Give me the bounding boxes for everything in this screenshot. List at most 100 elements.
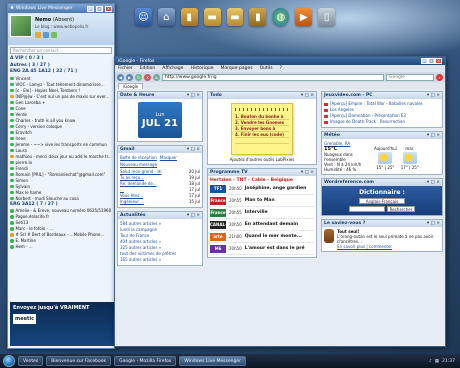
forecast-day-2: mar.	[405, 146, 415, 151]
monkey-icon	[324, 229, 335, 243]
contact-name: Romain [PRIL] - "Romainlechat"@gmail.com…	[15, 171, 106, 177]
taskbar-button[interactable]: Windows Live Messenger	[179, 356, 246, 366]
stop-icon[interactable]: ✕	[144, 73, 151, 81]
books-icon[interactable]: ▮	[180, 8, 198, 26]
back-icon[interactable]: ◀	[117, 73, 124, 81]
contact-search-input[interactable]: Rechercher un contact...	[10, 47, 112, 54]
widget-menu-icon[interactable]: ▾ □ ×	[187, 147, 200, 152]
personal-message[interactable]: Le blog : www.webopolis.fr	[35, 24, 88, 29]
globe-icon[interactable]: ◍	[272, 8, 290, 26]
search-icon[interactable]: ⌕	[436, 73, 443, 81]
widget-menu-icon[interactable]: ▾ □ ×	[187, 93, 200, 98]
tv-program-row[interactable]: M6 20h50 L'amour est dans le pré	[210, 243, 314, 255]
program-time: 20h50	[229, 222, 242, 227]
widget-menu-icon[interactable]: ▾ □ ×	[187, 213, 200, 218]
dictionary-input[interactable]	[348, 206, 385, 212]
forward-icon[interactable]: ▶	[126, 73, 133, 81]
widget-menu-icon[interactable]: ▾ □ ×	[427, 221, 440, 226]
gmail-compose-link[interactable]: Nouveau message	[120, 162, 200, 167]
program-time: 20h50	[229, 246, 242, 251]
menu-item[interactable]: Fichier	[118, 66, 133, 71]
menu-item[interactable]: Outils	[260, 66, 273, 71]
mail-icon[interactable]	[35, 32, 41, 38]
tv-program-row[interactable]: arte 21h00 Quand le mer monte...	[210, 231, 314, 243]
dictionary-widget: Wordreference.com ▾ □ × Dictionnaire : An…	[321, 178, 443, 216]
widget-menu-icon[interactable]: ▾ □ ×	[301, 93, 314, 98]
browser-titlebar[interactable]: iGoogle - Firefox _ □ ×	[115, 57, 445, 65]
game-news-item[interactable]: Images de Death Track : Resurrection	[324, 119, 440, 125]
widget-menu-icon[interactable]: ▾ □ ×	[301, 170, 314, 175]
status-dot-icon	[10, 76, 14, 81]
network-tray-icon[interactable]: ▦	[435, 359, 439, 364]
news-icon[interactable]	[51, 32, 57, 38]
gmail-inbox-link[interactable]: Boîte de réception	[120, 155, 157, 160]
contact-item[interactable]: Hem - ...	[10, 244, 112, 250]
todo-item[interactable]	[235, 138, 289, 144]
menu-item[interactable]: Affichage	[162, 66, 183, 71]
program-title: Interville	[244, 210, 268, 215]
todo-item[interactable]: 4. Finir les eus (code)	[235, 132, 289, 138]
start-button[interactable]	[3, 355, 15, 367]
gmail-hide-link[interactable]: Masquer	[160, 155, 177, 160]
home-icon[interactable]: ⌂	[153, 73, 160, 81]
fact-link[interactable]: En savoir plus | commenter	[337, 244, 440, 249]
folder-icon[interactable]: ▬	[226, 8, 244, 26]
status-dot-icon	[10, 190, 14, 195]
username[interactable]: Nemo	[35, 17, 51, 23]
url-bar[interactable]: http://www.google.fr/ig	[162, 73, 384, 81]
menu-item[interactable]: Edition	[140, 66, 156, 71]
tv-program-row[interactable]: France 220h55Man to Man	[210, 195, 314, 211]
contact-name: Hem - ...	[15, 244, 33, 249]
todo-footer[interactable]: Ajoutez d'autres outils LabPixies	[208, 157, 316, 164]
news-title: Actualités	[120, 213, 146, 218]
minimize-button[interactable]: _	[87, 5, 94, 12]
minimize-button[interactable]: _	[421, 58, 428, 64]
channel-logo: TF1	[210, 184, 226, 193]
menu-item[interactable]: Historique	[190, 66, 213, 71]
status-dot-icon	[10, 112, 14, 117]
maximize-button[interactable]: □	[428, 58, 435, 64]
spaces-icon[interactable]	[43, 32, 49, 38]
taskbar-button[interactable]: Ventes	[18, 356, 44, 366]
trash-icon[interactable]: ▯	[318, 8, 336, 26]
postit-note[interactable]: 1. Bouton du bonhe à 2. Vendre les Gnomes…	[231, 103, 293, 155]
menu-item[interactable]: ?	[280, 66, 282, 71]
books-icon[interactable]: ▮	[249, 8, 267, 26]
clock[interactable]: 21:37	[442, 359, 455, 364]
weather-desc: Nuageux dans l'ensemble	[324, 152, 353, 162]
mail-row[interactable]: Ingénieur ... 15 jul	[120, 199, 200, 205]
folder-icon[interactable]: ▬	[203, 8, 221, 26]
volume-icon[interactable]: ♪	[429, 359, 432, 364]
reload-icon[interactable]: ↻	[135, 73, 142, 81]
tv-program-row[interactable]: France 320h55Interville	[210, 207, 314, 223]
gmail-title: Gmail	[120, 147, 135, 152]
close-button[interactable]: ×	[105, 5, 112, 12]
saviezvous-title: Le saviez-vous ?	[324, 221, 366, 226]
widget-menu-icon[interactable]: ▾ □ ×	[427, 93, 440, 98]
tv-program-row[interactable]: TF1 20h50 Joséphine, ange gardien	[210, 183, 314, 195]
taskbar-button[interactable]: Google - Mozilla Firefox	[114, 356, 177, 366]
dictionary-language-select[interactable]: Anglais-Français	[359, 198, 405, 204]
menu-item[interactable]: Marque-pages	[221, 66, 253, 71]
taskbar-button[interactable]: Bienvenue sur Facebook	[46, 356, 112, 366]
messenger-ad-banner[interactable]: Envoyez jusqu'à VRAIMENT meetic	[10, 302, 114, 346]
channel-logo: France 2	[210, 196, 226, 211]
messenger-titlebar[interactable]: ♣ Windows Live Messenger _ □ ×	[8, 4, 114, 13]
media-player-icon[interactable]: ▶	[295, 8, 313, 26]
search-input[interactable]: Google	[386, 73, 434, 81]
user-icon[interactable]: ☺	[135, 8, 152, 26]
contact-list: A VIP ( 0 / 3 ) Autres ( 3 / 27 ) ENG 2A 4…	[8, 56, 114, 250]
tv-program-row[interactable]: CANAL+ 20h50 En attendant demain	[210, 219, 314, 231]
dictionary-search-button[interactable]: Rechercher	[386, 206, 416, 212]
news-item[interactable]: 165 autres articles »	[120, 257, 200, 263]
top-dock: ☺ ⌂ ▮ ▬ ▬ ▮ ◍ ▶ ▯	[135, 4, 336, 26]
tv-program-list: TF120h50Joséphine, ange gardienFrance 22…	[210, 183, 314, 255]
network-icon[interactable]: ⌂	[157, 8, 175, 26]
close-button[interactable]: ×	[435, 58, 442, 64]
avatar[interactable]	[10, 15, 32, 37]
status-dot-icon	[10, 142, 14, 147]
widget-menu-icon[interactable]: ▾ □ ×	[427, 133, 440, 138]
widget-menu-icon[interactable]: ▾ □ ×	[427, 180, 440, 185]
maximize-button[interactable]: □	[96, 5, 103, 12]
user-status[interactable]: (Absent)	[53, 17, 74, 23]
